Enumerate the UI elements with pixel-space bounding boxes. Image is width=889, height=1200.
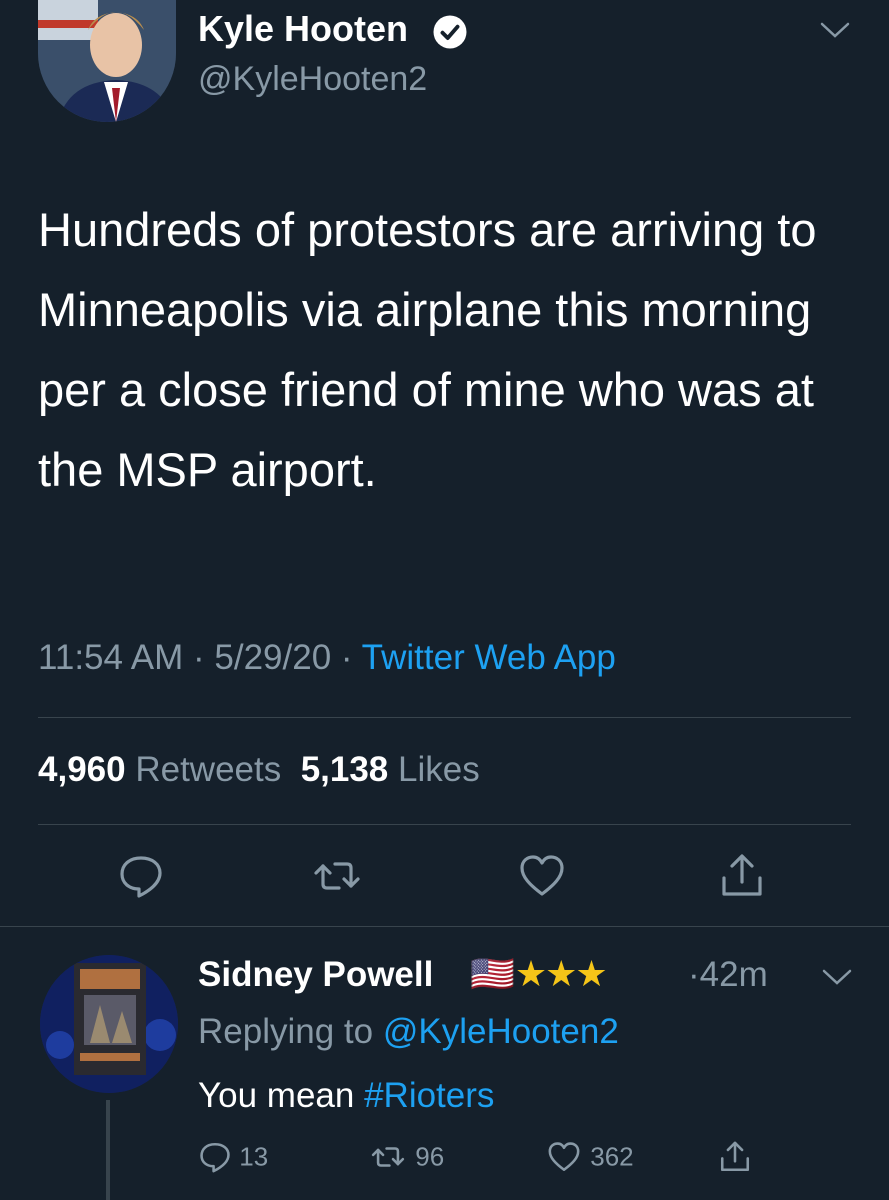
retweets-count: 4,960 <box>38 750 126 789</box>
like-heart-icon <box>548 1142 580 1172</box>
hashtag-link[interactable]: #Rioters <box>364 1076 494 1115</box>
likes-count: 5,138 <box>300 750 389 789</box>
likes-stat[interactable]: 5,138 Likes <box>301 750 480 789</box>
likes-label: Likes <box>398 750 480 789</box>
divider <box>38 717 851 718</box>
author-name[interactable]: Kyle Hooten <box>198 8 408 50</box>
retweet-icon[interactable] <box>313 852 361 900</box>
reply-timestamp: ·42m <box>688 955 768 994</box>
retweet-icon <box>371 1147 405 1167</box>
tweet-detail-page: Kyle Hooten @KyleHooten2 Hundreds of pro… <box>0 0 889 1200</box>
reply-time-value: 42m <box>699 955 768 994</box>
tweet-stats: 4,960 Retweets 5,138 Likes <box>38 750 480 790</box>
separator-dot: · <box>340 638 362 677</box>
stars-emoji: ★★★ <box>514 953 608 994</box>
author-avatar[interactable] <box>38 0 176 122</box>
reply-like-action[interactable]: 362 <box>545 1140 634 1180</box>
us-flag-emoji: 🇺🇸 <box>470 953 515 994</box>
tweet-metadata: 11:54 AM · 5/29/20 · Twitter Web App <box>38 638 616 678</box>
author-handle[interactable]: @KyleHooten2 <box>198 60 427 99</box>
reply-icon <box>200 1143 230 1173</box>
replying-to-handle[interactable]: @KyleHooten2 <box>383 1012 619 1051</box>
reply-replies-count: 13 <box>239 1141 269 1172</box>
divider <box>38 824 851 825</box>
reply-text: You mean #Rioters <box>198 1076 494 1116</box>
reply-share-action[interactable] <box>718 1140 752 1180</box>
share-icon[interactable] <box>718 852 766 900</box>
like-heart-icon[interactable] <box>518 852 566 900</box>
reply-author-name[interactable]: Sidney Powell <box>198 955 433 995</box>
reply-text-body: You mean <box>198 1076 355 1115</box>
tweet-text: Hundreds of protestors are arriving to M… <box>38 203 817 496</box>
divider <box>0 926 889 927</box>
thread-line <box>106 1100 110 1200</box>
verified-badge-icon <box>433 15 467 49</box>
reply-retweet-action[interactable]: 96 <box>368 1140 444 1180</box>
chevron-down-icon[interactable] <box>820 965 854 989</box>
replying-to-label: Replying to <box>198 1012 374 1051</box>
tweet-time: 11:54 AM <box>38 638 184 677</box>
reply-author-badges: 🇺🇸★★★ <box>470 953 608 995</box>
retweets-label: Retweets <box>135 750 282 789</box>
chevron-down-icon[interactable] <box>818 18 852 42</box>
retweets-stat[interactable]: 4,960 Retweets <box>38 750 281 789</box>
tweet-date: 5/29/20 <box>214 638 332 677</box>
reply-likes-count: 362 <box>590 1141 634 1172</box>
reply-reply-action[interactable]: 13 <box>198 1140 268 1180</box>
reply-author-avatar[interactable] <box>40 955 178 1093</box>
reply-icon[interactable] <box>117 852 165 900</box>
reply-retweets-count: 96 <box>415 1141 445 1172</box>
separator-dot: · <box>193 638 215 677</box>
replying-to-line: Replying to @KyleHooten2 <box>198 1012 619 1052</box>
tweet-source-link[interactable]: Twitter Web App <box>362 638 616 677</box>
share-icon <box>720 1141 750 1172</box>
